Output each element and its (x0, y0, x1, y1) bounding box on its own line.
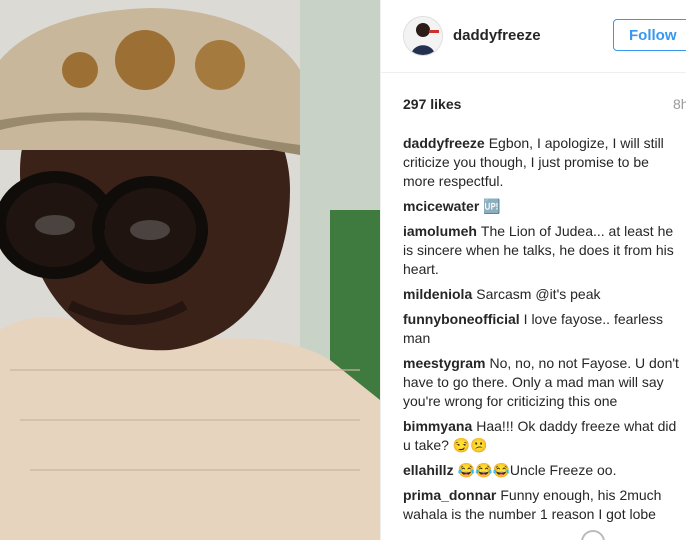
comment-username[interactable]: mcicewater (403, 198, 479, 214)
comments-list: daddyfreeze Egbon, I apologize, I will st… (403, 134, 679, 530)
loading-spinner-icon (581, 530, 605, 540)
comment-username[interactable]: iamolumeh (403, 223, 477, 239)
post-header: daddyfreeze Follow (381, 0, 686, 73)
username[interactable]: daddyfreeze (453, 27, 541, 44)
likes-count[interactable]: 297 likes (403, 96, 461, 112)
comment-item: mcicewater 🆙 (403, 197, 679, 216)
man-portrait-image (0, 0, 380, 540)
comment-item: ellahillz 😂😂😂Uncle Freeze oo. (403, 461, 679, 480)
comment-username[interactable]: prima_donnar (403, 487, 496, 503)
post-side-panel: daddyfreeze Follow 297 likes 8h daddyfre… (380, 0, 686, 540)
comment-username[interactable]: meestygram (403, 355, 486, 371)
comment-username[interactable]: bimmyana (403, 418, 472, 434)
comment-item: bimmyana Haa!!! Ok daddy freeze what did … (403, 417, 679, 455)
comment-item: funnyboneofficial I love fayose.. fearles… (403, 310, 679, 348)
post-timestamp: 8h (673, 96, 686, 112)
avatar-image (404, 17, 442, 55)
comment-item: prima_donnar Funny enough, his 2much waha… (403, 486, 679, 524)
comment-item: iamolumeh The Lion of Judea... at least h… (403, 222, 679, 279)
comment-username[interactable]: daddyfreeze (403, 135, 485, 151)
comment-username[interactable]: funnyboneofficial (403, 311, 520, 327)
comment-item: daddyfreeze Egbon, I apologize, I will st… (403, 134, 679, 191)
post-photo[interactable] (0, 0, 380, 540)
follow-button[interactable]: Follow (613, 19, 686, 51)
comment-username[interactable]: mildeniola (403, 286, 472, 302)
comment-text: Sarcasm @it's peak (476, 286, 601, 302)
comment-text: 😂😂😂Uncle Freeze oo. (457, 462, 617, 478)
comment-item: mildeniola Sarcasm @it's peak (403, 285, 679, 304)
comment-username[interactable]: ellahillz (403, 462, 454, 478)
comment-text: 🆙 (483, 198, 501, 214)
avatar[interactable] (403, 16, 443, 56)
comment-item: meestygram No, no, no not Fayose. U don't… (403, 354, 679, 411)
